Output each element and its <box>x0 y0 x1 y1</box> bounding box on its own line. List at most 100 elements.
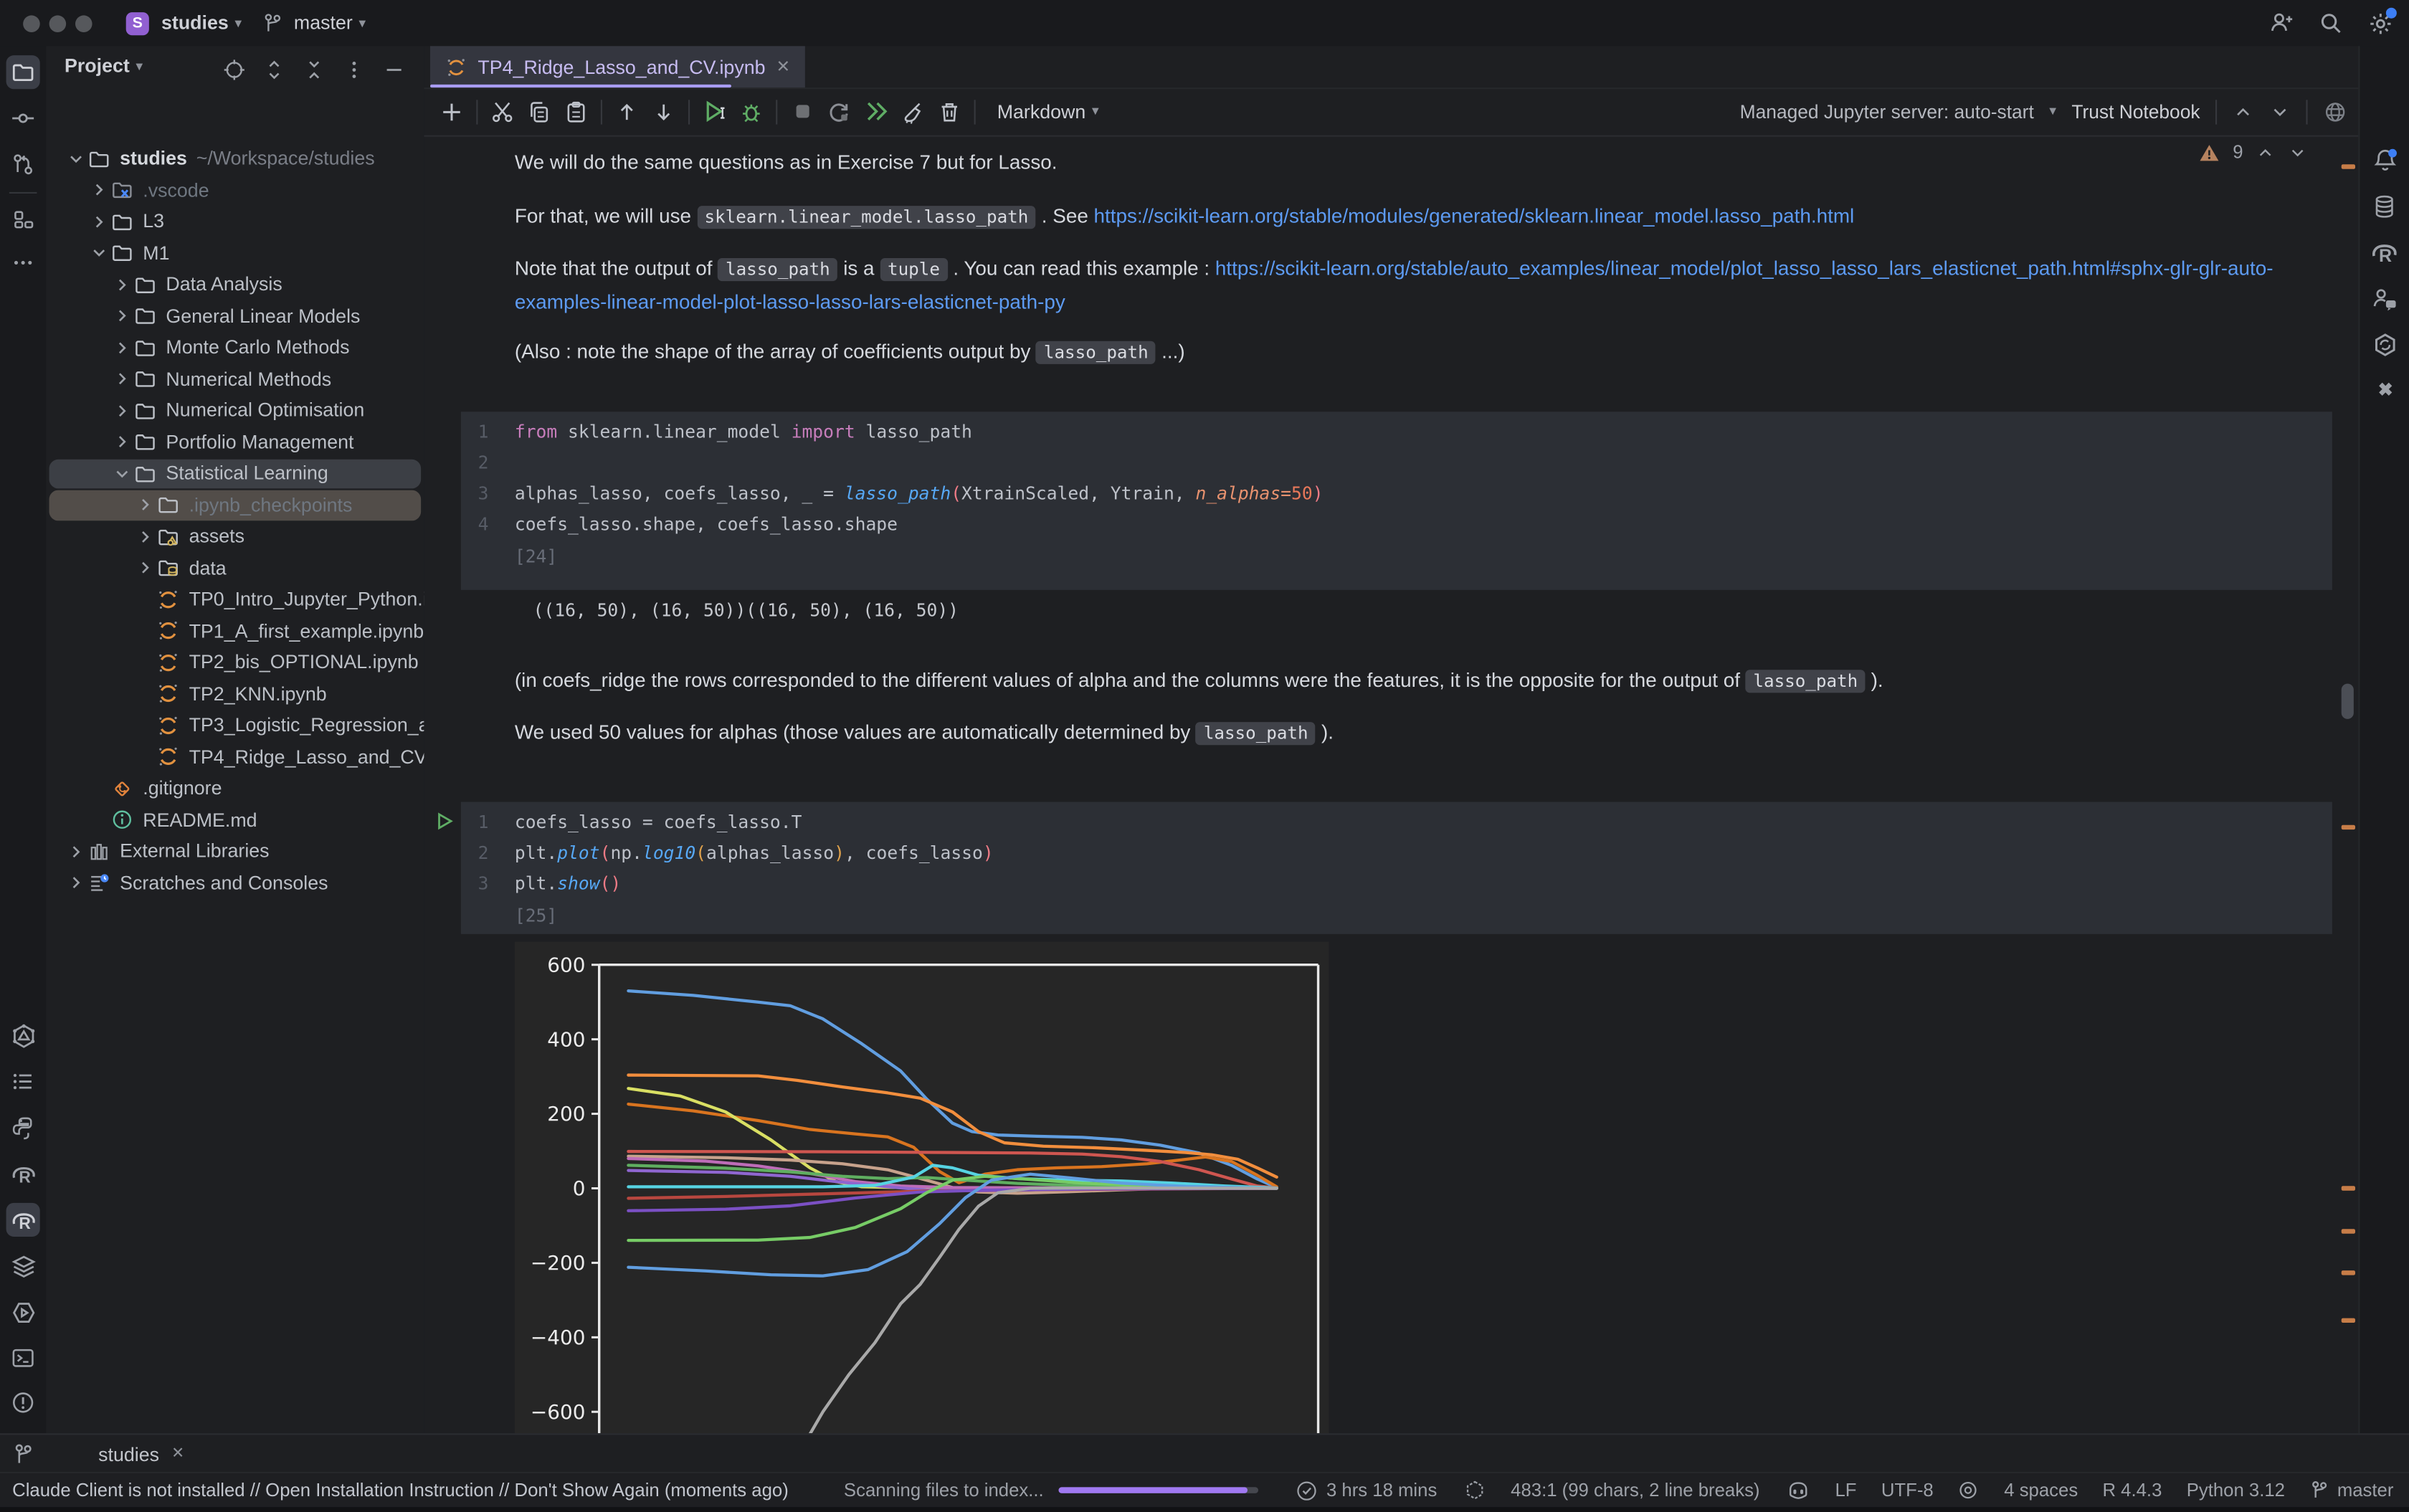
tree-item-tp4-ridge-lasso-and-cv-ip[interactable]: TP4_Ridge_Lasso_and_CV.ip <box>46 741 424 773</box>
hide-panel-icon[interactable] <box>383 58 406 81</box>
tree-item-tp0-intro-jupyter-python-ip[interactable]: TP0_Intro_Jupyter_Python.ip <box>46 584 424 615</box>
editor-scrollbar[interactable] <box>2342 684 2354 719</box>
chevron-right-icon[interactable] <box>110 305 132 327</box>
caret-position[interactable]: 483:1 (99 chars, 2 line breaks) <box>1511 1480 1759 1501</box>
chevron-down-icon[interactable] <box>87 242 109 264</box>
tree-item-general-linear-models[interactable]: General Linear Models <box>46 300 424 332</box>
chevron-right-icon[interactable] <box>133 526 155 547</box>
problems-tool-icon[interactable] <box>6 1386 40 1420</box>
project-tool-icon[interactable] <box>6 55 40 89</box>
search-icon[interactable] <box>2319 11 2343 35</box>
tree-item-readme-md[interactable]: README.md <box>46 804 424 836</box>
move-cell-down-button[interactable] <box>645 93 682 130</box>
tree-item--vscode[interactable]: .vscode <box>46 174 424 206</box>
tree-item-tp2-bis-optional-ipynb[interactable]: TP2_bis_OPTIONAL.ipynb <box>46 647 424 678</box>
tree-item-monte-carlo-methods[interactable]: Monte Carlo Methods <box>46 332 424 363</box>
copy-cell-button[interactable] <box>521 93 557 130</box>
error-stripe-mark[interactable] <box>2342 164 2355 168</box>
tree-item-numerical-methods[interactable]: Numerical Methods <box>46 363 424 395</box>
window-close-button[interactable] <box>23 14 40 32</box>
highlighting-level-icon[interactable] <box>1958 1480 1980 1501</box>
commit-tool-icon[interactable] <box>6 101 40 135</box>
todo-tool-icon[interactable] <box>6 1065 40 1098</box>
more-tools-icon[interactable] <box>6 246 40 280</box>
chevron-right-icon[interactable] <box>110 369 132 390</box>
close-icon[interactable]: ✕ <box>776 57 791 77</box>
tree-item-tp3-logistic-regression-ar[interactable]: TP3_Logistic_Regression_ar <box>46 710 424 741</box>
close-icon[interactable]: ✕ <box>171 1445 184 1463</box>
jupyter-server-selector[interactable]: Managed Jupyter server: auto-start <box>1740 100 2034 122</box>
python-interpreter[interactable]: Python 3.12 <box>2187 1480 2285 1501</box>
tree-item--ipynb-checkpoints[interactable]: .ipynb_checkpoints <box>46 490 424 521</box>
code-line[interactable]: plt.show() <box>515 868 621 899</box>
database-tool-icon[interactable] <box>2367 189 2401 223</box>
error-stripe-mark[interactable] <box>2342 1229 2355 1233</box>
move-cell-up-button[interactable] <box>609 93 645 130</box>
session-time[interactable]: 3 hrs 18 mins <box>1296 1479 1437 1502</box>
chevron-right-icon[interactable] <box>65 841 86 862</box>
tree-item-data-analysis[interactable]: Data Analysis <box>46 269 424 300</box>
markdown-paragraph[interactable]: (in coefs_ridge the rows corresponded to… <box>515 664 2324 698</box>
chevron-right-icon[interactable] <box>133 557 155 579</box>
indent-setting[interactable]: 4 spaces <box>2004 1480 2078 1501</box>
chevron-down-icon[interactable] <box>65 148 86 169</box>
cran-packages-tool-icon[interactable]: R <box>2367 235 2401 269</box>
terminal-tool-icon[interactable] <box>6 1341 40 1375</box>
file-encoding[interactable]: UTF-8 <box>1881 1480 1934 1501</box>
markdown-paragraph[interactable]: We will do the same questions as in Exer… <box>515 146 2324 179</box>
tree-item-portfolio-management[interactable]: Portfolio Management <box>46 427 424 458</box>
git-branch-widget[interactable]: master <box>2309 1480 2393 1501</box>
markdown-paragraph[interactable]: For that, we will use sklearn.linear_mod… <box>515 200 2324 234</box>
locate-file-icon[interactable] <box>223 58 246 81</box>
code-line[interactable]: alphas_lasso, coefs_lasso, _ = lasso_pat… <box>515 477 1324 508</box>
tree-item-numerical-optimisation[interactable]: Numerical Optimisation <box>46 395 424 427</box>
tree-item--gitignore[interactable]: .gitignore <box>46 773 424 804</box>
line-separator[interactable]: LF <box>1835 1480 1857 1501</box>
window-minimize-button[interactable] <box>49 14 67 32</box>
copilot-icon[interactable] <box>1787 1479 1810 1502</box>
markdown-paragraph[interactable]: Note that the output of lasso_path is a … <box>515 252 2324 318</box>
run-cell-button[interactable] <box>696 93 733 130</box>
cut-cell-button[interactable] <box>484 93 521 130</box>
chevron-right-icon[interactable] <box>110 400 132 422</box>
globe-icon[interactable] <box>2323 99 2347 123</box>
chevron-right-icon[interactable] <box>110 432 132 453</box>
tree-item-tp2-knn-ipynb[interactable]: TP2_KNN.ipynb <box>46 678 424 710</box>
collapse-all-icon[interactable] <box>303 58 326 81</box>
error-stripe-mark[interactable] <box>2342 1318 2355 1323</box>
tree-item-statistical-learning[interactable]: Statistical Learning <box>46 458 424 490</box>
error-stripe-mark[interactable] <box>2342 825 2355 829</box>
error-stripe-mark[interactable] <box>2342 1186 2355 1190</box>
structure-tool-icon[interactable] <box>6 203 40 237</box>
tree-item-data[interactable]: data <box>46 552 424 584</box>
add-user-icon[interactable] <box>2269 11 2294 35</box>
project-switcher[interactable]: studies <box>161 12 229 34</box>
status-message[interactable]: Claude Client is not installed // Open I… <box>12 1480 789 1501</box>
run-cell-gutter-icon[interactable] <box>434 811 455 831</box>
notifications-bell-icon[interactable] <box>2367 143 2401 176</box>
tab-notebook[interactable]: TP4_Ridge_Lasso_and_CV.ipynb ✕ <box>430 46 806 87</box>
dependencies-tool-icon[interactable] <box>2367 374 2401 407</box>
kernel-idle-icon[interactable] <box>1465 1480 1486 1501</box>
run-all-cells-button[interactable] <box>857 93 894 130</box>
chevron-right-icon[interactable] <box>87 179 109 201</box>
r-console-tool-icon[interactable]: R <box>6 1157 40 1191</box>
add-cell-button[interactable] <box>433 93 470 130</box>
tree-item-tp1-a-first-example-ipynb[interactable]: TP1_A_first_example.ipynb <box>46 615 424 647</box>
settings-gear-icon[interactable] <box>2367 10 2393 36</box>
tree-item-l3[interactable]: L3 <box>46 206 424 237</box>
next-cell-icon[interactable] <box>2269 100 2291 122</box>
tree-item-scratches-and-consoles[interactable]: Scratches and Consoles <box>46 867 424 899</box>
r-interpreter[interactable]: R 4.4.3 <box>2102 1480 2162 1501</box>
error-stripe-mark[interactable] <box>2342 1270 2355 1275</box>
code-line[interactable]: from sklearn.linear_model import lasso_p… <box>515 417 972 447</box>
restart-kernel-button[interactable] <box>820 93 857 130</box>
r-tools-tool-icon-active[interactable]: R <box>6 1203 40 1237</box>
markdown-paragraph[interactable]: (Also : note the shape of the array of c… <box>515 335 2324 369</box>
prev-cell-icon[interactable] <box>2233 100 2254 122</box>
layers-tool-icon[interactable] <box>6 1249 40 1283</box>
services-tool-icon[interactable] <box>6 1295 40 1328</box>
kernel-status-tool-icon[interactable] <box>2367 327 2401 361</box>
window-zoom-button[interactable] <box>75 14 92 32</box>
pull-requests-tool-icon[interactable] <box>6 148 40 181</box>
